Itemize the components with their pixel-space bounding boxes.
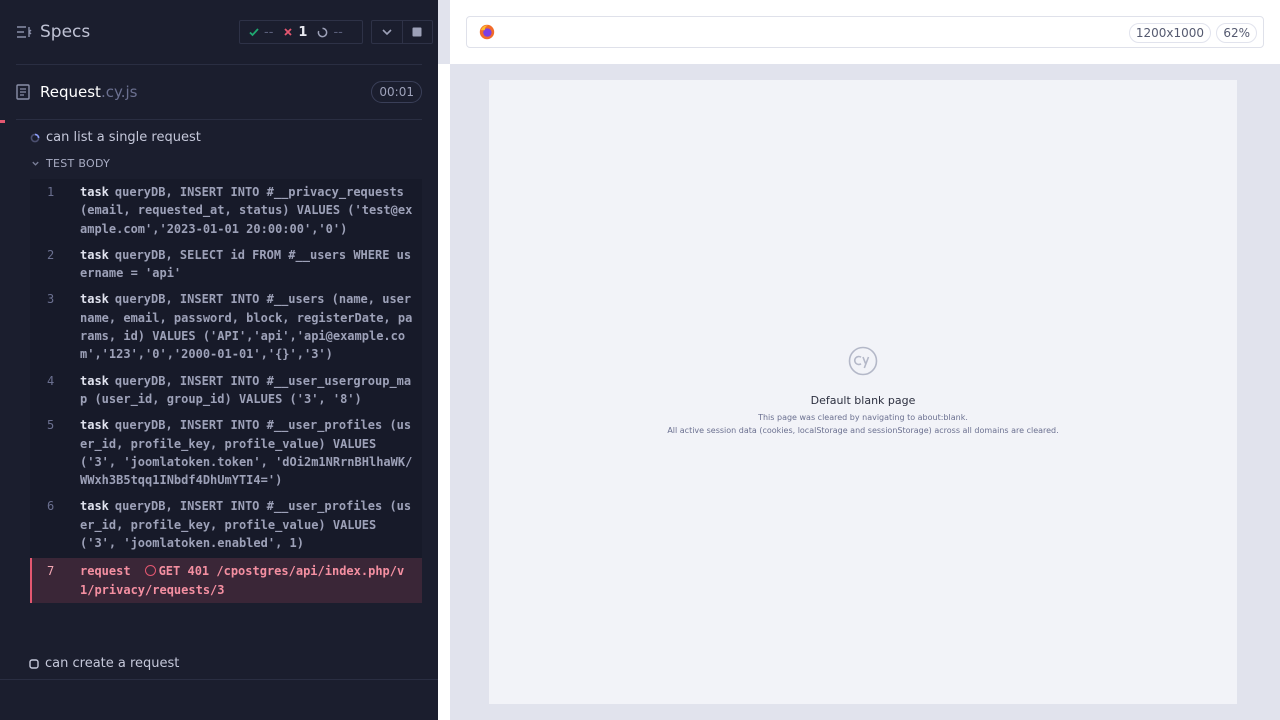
failed-status-icon <box>144 565 156 577</box>
reporter-header: Specs -- 1 -- <box>0 0 438 64</box>
specs-menu-icon <box>17 26 32 38</box>
progress-indicator <box>0 120 5 123</box>
command-number: 5 <box>47 418 55 433</box>
command-message: queryDB, SELECT id FROM #__users WHERE u… <box>80 247 412 281</box>
header-divider <box>16 64 422 65</box>
blank-page-session-note: All active session data (cookies, localS… <box>667 426 1059 435</box>
failed-stat: 1 <box>283 25 307 40</box>
command-message: queryDB, INSERT INTO #__user_profiles (u… <box>80 499 412 551</box>
command-name: task <box>80 499 109 514</box>
test-title: can list a single request <box>46 130 201 145</box>
command-row[interactable]: 3 task queryDB, INSERT INTO #__users (nam… <box>30 286 422 367</box>
stop-button[interactable] <box>401 21 432 43</box>
spec-divider <box>16 119 422 120</box>
command-log: 1 task queryDB, INSERT INTO #__privacy_re… <box>30 179 422 603</box>
blank-page-description: This page was cleared by navigating to a… <box>758 413 968 422</box>
reporter-bottom-divider <box>0 679 438 680</box>
spec-name: Request <box>40 83 101 101</box>
command-row[interactable]: 6 task queryDB, INSERT INTO #__user_profi… <box>30 493 422 556</box>
pending-icon <box>318 27 328 37</box>
command-name: task <box>80 418 109 433</box>
expand-collapse-button[interactable] <box>372 21 402 43</box>
command-number: 6 <box>47 499 55 514</box>
chevron-down-icon <box>382 29 392 36</box>
command-number: 2 <box>47 247 55 262</box>
firefox-icon <box>479 24 495 40</box>
zoom-badge: 62% <box>1216 23 1257 43</box>
reporter-panel: Specs -- 1 -- Request .cy.js 00:01 can l… <box>0 0 438 720</box>
failed-command-row[interactable]: 7 request GET 401 /cpostgres/api/index.ph… <box>30 558 422 603</box>
blank-page-title: Default blank page <box>810 394 916 407</box>
command-message: queryDB, INSERT INTO #__user_profiles (u… <box>80 418 413 488</box>
x-icon <box>284 28 293 36</box>
command-message: queryDB, INSERT INTO #__privacy_requests… <box>80 185 413 236</box>
run-controls <box>371 20 433 44</box>
specs-toggle-button[interactable]: Specs <box>16 22 90 42</box>
specs-label: Specs <box>40 22 91 42</box>
queued-icon <box>29 658 39 669</box>
pending-count: -- <box>333 24 343 40</box>
url-bar[interactable]: 1200x1000 62% <box>466 16 1264 48</box>
aut-iframe[interactable]: Default blank page This page was cleared… <box>489 80 1237 704</box>
pending-stat: -- <box>317 24 343 40</box>
spec-extension: .cy.js <box>100 83 138 101</box>
command-row[interactable]: 5 task queryDB, INSERT INTO #__user_profi… <box>30 412 422 493</box>
panel-resize-handle[interactable] <box>438 64 450 720</box>
command-message: queryDB, INSERT INTO #__users (name, use… <box>80 292 413 362</box>
passed-stat: -- <box>249 25 273 40</box>
test-body-toggle[interactable]: TEST BODY <box>31 157 110 170</box>
test-stats: -- 1 -- <box>239 20 363 44</box>
spec-file-row: Request .cy.js 00:01 <box>16 80 422 104</box>
test-title: can create a request <box>45 656 180 671</box>
chevron-down-icon <box>32 161 39 166</box>
command-number: 4 <box>47 373 55 388</box>
command-message: queryDB, INSERT INTO #__user_usergroup_m… <box>80 373 412 406</box>
command-name: task <box>80 185 109 199</box>
command-name: task <box>80 292 109 307</box>
stop-icon <box>412 27 422 37</box>
command-name: task <box>80 247 109 262</box>
passed-count: -- <box>264 24 274 40</box>
check-icon <box>249 28 259 37</box>
cypress-logo-icon <box>848 346 878 376</box>
spec-duration: 00:01 <box>371 81 422 103</box>
spinner-icon <box>30 133 40 142</box>
command-row[interactable]: 2 task queryDB, SELECT id FROM #__users W… <box>30 242 422 287</box>
test-item[interactable]: can list a single request <box>30 130 201 145</box>
file-icon <box>16 84 30 100</box>
command-name: request <box>80 564 131 579</box>
command-row[interactable]: 4 task queryDB, INSERT INTO #__user_userg… <box>30 368 422 413</box>
test-item[interactable]: can create a request <box>29 656 179 671</box>
command-name: task <box>80 373 109 388</box>
failed-count: 1 <box>298 24 308 40</box>
test-body-label: TEST BODY <box>46 157 111 170</box>
command-number: 3 <box>47 292 55 307</box>
viewport-size-badge[interactable]: 1200x1000 <box>1128 23 1211 43</box>
command-number: 1 <box>47 185 55 199</box>
command-row[interactable]: 1 task queryDB, INSERT INTO #__privacy_re… <box>30 179 422 242</box>
command-number: 7 <box>47 564 55 579</box>
